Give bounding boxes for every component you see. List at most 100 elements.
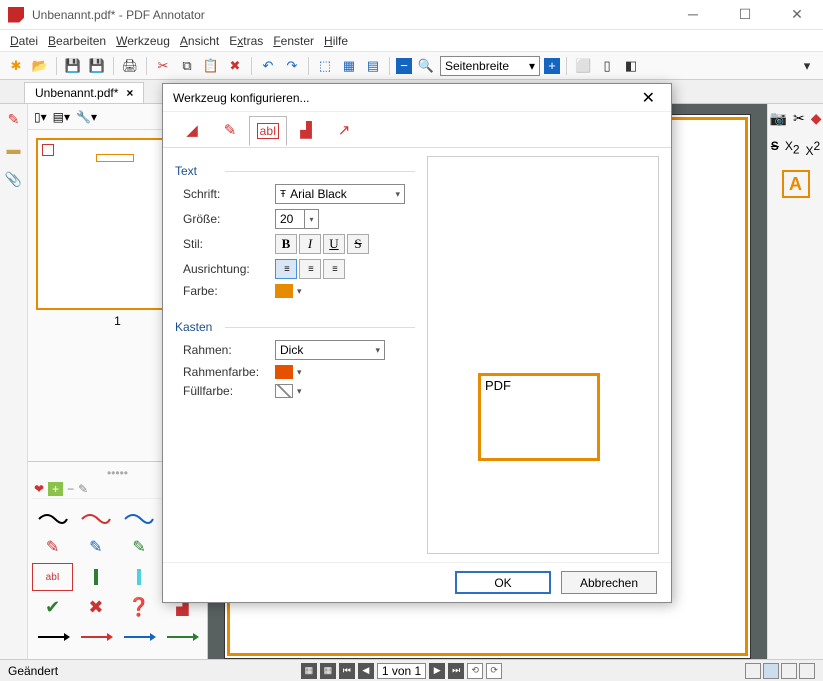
menu-datei[interactable]: Datei — [10, 34, 38, 48]
underline-button[interactable]: U — [323, 234, 345, 254]
font-select[interactable]: Ŧ Arial Black ▾ — [275, 184, 405, 204]
strike-button[interactable]: S — [347, 234, 369, 254]
highlight-tool-icon[interactable]: ▬ — [5, 140, 23, 158]
zoom-select[interactable]: Seitenbreite▾ — [440, 56, 540, 76]
forward-icon[interactable]: ⟳ — [486, 663, 502, 679]
attach-tool-icon[interactable]: 📎 — [5, 170, 23, 188]
save-icon[interactable]: 💾 — [63, 56, 83, 76]
camera-icon[interactable]: 📷 — [770, 110, 787, 127]
bold-button[interactable]: B — [275, 234, 297, 254]
align-right-button[interactable]: ≡ — [323, 259, 345, 279]
new-icon[interactable]: ✱ — [6, 56, 26, 76]
arrow-green[interactable] — [162, 623, 203, 651]
zoom-icon[interactable]: 🔍 — [416, 56, 436, 76]
close-button[interactable]: ✕ — [779, 6, 815, 23]
tab-stamp[interactable]: ▟ — [287, 115, 325, 145]
print-icon[interactable]: 🖨 — [120, 56, 140, 76]
menu-extras[interactable]: Extras — [229, 34, 263, 48]
help-icon[interactable]: ❓ — [119, 593, 160, 621]
pencil-green[interactable]: ✎ — [119, 533, 160, 561]
lp-tool1[interactable]: ▯▾ — [34, 110, 47, 124]
tool2-icon[interactable]: ▦ — [339, 56, 359, 76]
dialog-close-icon[interactable]: ✕ — [636, 88, 661, 108]
zoom-out-icon[interactable]: − — [396, 58, 412, 74]
page-tool1[interactable]: ▦ — [301, 663, 317, 679]
maximize-button[interactable]: ☐ — [727, 6, 763, 23]
save-as-icon[interactable]: 💾 — [87, 56, 107, 76]
strike-icon[interactable]: S — [771, 139, 779, 158]
tool3-icon[interactable]: ▤ — [363, 56, 383, 76]
minimize-button[interactable]: ─ — [675, 6, 711, 23]
align-center-button[interactable]: ≡ — [299, 259, 321, 279]
fit-icon[interactable]: ⬜ — [573, 56, 593, 76]
back-icon[interactable]: ⟲ — [467, 663, 483, 679]
undo-icon[interactable]: ↶ — [258, 56, 278, 76]
arrow-black[interactable] — [32, 623, 73, 651]
subscript-icon[interactable]: X2 — [785, 139, 800, 158]
edit-tool-icon[interactable]: ✎ — [78, 482, 88, 496]
layout-icon[interactable]: ◧ — [621, 56, 641, 76]
pen-tool-icon[interactable]: ✎ — [5, 110, 23, 128]
mark-green[interactable] — [75, 563, 116, 591]
close-tab-icon[interactable]: × — [126, 86, 133, 100]
first-page-icon[interactable]: ⏮ — [339, 663, 355, 679]
size-input[interactable]: 20▾ — [275, 209, 319, 229]
page-field[interactable]: 1 von 1 — [377, 663, 426, 679]
tool1-icon[interactable]: ⬚ — [315, 56, 335, 76]
view3[interactable] — [781, 663, 797, 679]
tab-text[interactable]: abI — [249, 116, 287, 146]
paste-icon[interactable]: 📋 — [201, 56, 221, 76]
pen-red[interactable] — [75, 503, 116, 531]
check-green[interactable]: ✔ — [32, 593, 73, 621]
document-tab[interactable]: Unbenannt.pdf* × — [24, 82, 144, 103]
lp-tool2[interactable]: ▤▾ — [53, 110, 70, 124]
pencil-red[interactable]: ✎ — [32, 533, 73, 561]
delete-icon[interactable]: ✖ — [225, 56, 245, 76]
ok-button[interactable]: OK — [455, 571, 551, 594]
tab-pen[interactable]: ✎ — [211, 115, 249, 145]
arrow-red[interactable] — [75, 623, 116, 651]
copy-icon[interactable]: ⧉ — [177, 56, 197, 76]
mark-cyan[interactable] — [119, 563, 160, 591]
cancel-button[interactable]: Abbrechen — [561, 571, 657, 594]
menu-bearbeiten[interactable]: Bearbeiten — [48, 34, 106, 48]
open-icon[interactable]: 📂 — [30, 56, 50, 76]
crop-icon[interactable]: ✂ — [793, 110, 805, 127]
minus-tool-icon[interactable]: − — [67, 482, 74, 496]
tab-arrow[interactable]: ↗ — [325, 115, 363, 145]
menu-fenster[interactable]: Fenster — [273, 34, 314, 48]
zoom-in-icon[interactable]: + — [544, 58, 560, 74]
next-page-icon[interactable]: ▶ — [429, 663, 445, 679]
text-color-picker[interactable]: ▾ — [275, 284, 302, 298]
pen-blue[interactable] — [119, 503, 160, 531]
tab-eraser[interactable]: ◢ — [173, 115, 211, 145]
more-icon[interactable]: ◆ — [811, 110, 822, 127]
prev-page-icon[interactable]: ◀ — [358, 663, 374, 679]
italic-button[interactable]: I — [299, 234, 321, 254]
fill-color-picker[interactable]: ▾ — [275, 384, 302, 398]
menu-hilfe[interactable]: Hilfe — [324, 34, 348, 48]
lp-tool3[interactable]: 🔧▾ — [76, 110, 97, 124]
pen-black[interactable] — [32, 503, 73, 531]
redo-icon[interactable]: ↷ — [282, 56, 302, 76]
text-abI[interactable]: abI — [32, 563, 73, 591]
page-icon[interactable]: ▯ — [597, 56, 617, 76]
fav-icon[interactable]: ❤ — [34, 482, 44, 496]
menu-werkzeug[interactable]: Werkzeug — [116, 34, 170, 48]
view4[interactable] — [799, 663, 815, 679]
cut-icon[interactable]: ✂ — [153, 56, 173, 76]
last-page-icon[interactable]: ⏭ — [448, 663, 464, 679]
cross-red[interactable]: ✖ — [75, 593, 116, 621]
border-color-picker[interactable]: ▾ — [275, 365, 302, 379]
view2[interactable] — [763, 663, 779, 679]
superscript-icon[interactable]: X2 — [806, 139, 821, 158]
view1[interactable] — [745, 663, 761, 679]
page-tool2[interactable]: ▦ — [320, 663, 336, 679]
pencil-blue[interactable]: ✎ — [75, 533, 116, 561]
menu-ansicht[interactable]: Ansicht — [180, 34, 219, 48]
arrow-blue[interactable] — [119, 623, 160, 651]
add-tool-icon[interactable]: + — [48, 482, 63, 496]
annotation-a-icon[interactable]: A — [782, 170, 810, 198]
align-left-button[interactable]: ≡ — [275, 259, 297, 279]
border-select[interactable]: Dick▾ — [275, 340, 385, 360]
